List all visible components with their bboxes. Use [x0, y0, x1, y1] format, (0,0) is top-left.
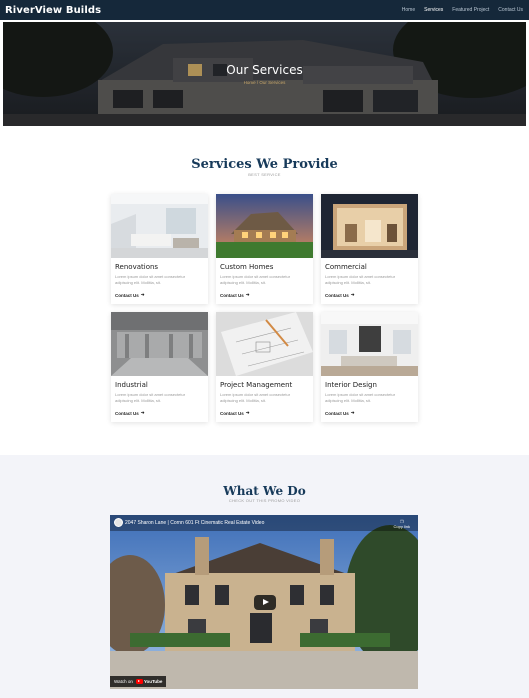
- copy-link-label: Copy link: [393, 524, 410, 529]
- watch-on-label: Watch on: [114, 679, 133, 684]
- nav-item-contact-us[interactable]: Contact Us: [498, 7, 523, 13]
- interior-design-image: [321, 312, 418, 376]
- nav-item-featured-project[interactable]: Featured Project: [452, 7, 489, 13]
- commercial-image: [321, 194, 418, 258]
- card-description: Lorem ipsum dolor sit amet consectetur a…: [115, 392, 186, 403]
- hero-title: Our Services: [226, 63, 303, 77]
- card-title: Industrial: [115, 381, 148, 389]
- card-title: Project Management: [220, 381, 293, 389]
- contact-us-label: Contact Us: [220, 292, 244, 298]
- service-card-industrial: Industrial Lorem ipsum dolor sit amet co…: [111, 312, 208, 422]
- card-description: Lorem ipsum dolor sit amet consectetur a…: [325, 274, 396, 285]
- card-description: Lorem ipsum dolor sit amet consectetur a…: [220, 392, 291, 403]
- card-description: Lorem ipsum dolor sit amet consectetur a…: [220, 274, 291, 285]
- what-we-do-heading: What We Do: [223, 484, 306, 498]
- service-card-interior-design: Interior Design Lorem ipsum dolor sit am…: [321, 312, 418, 422]
- breadcrumb[interactable]: Home / Our Services: [3, 80, 526, 85]
- copy-link-button[interactable]: ❐ Copy link: [394, 519, 410, 529]
- video-title[interactable]: 2047 Sharon Lane | Cornn 601 Ft Cinemati…: [125, 520, 264, 526]
- services-heading: Services We Provide: [191, 157, 338, 172]
- card-title: Interior Design: [325, 381, 377, 389]
- renovations-image: [111, 194, 208, 258]
- promo-video-player[interactable]: 2047 Sharon Lane | Cornn 601 Ft Cinemati…: [110, 515, 418, 689]
- navbar: RiverView Builds Home Services Featured …: [0, 0, 529, 20]
- industrial-image: [111, 312, 208, 376]
- youtube-play-icon: [135, 679, 143, 684]
- youtube-wordmark: YouTube: [143, 679, 163, 684]
- custom-homes-image: [216, 194, 313, 258]
- arrow-right-icon: ➜: [140, 410, 145, 415]
- what-we-do-subheading: CHECK OUT THIS PROMO VIDEO: [228, 498, 301, 503]
- arrow-right-icon: ➜: [350, 410, 355, 415]
- card-title: Renovations: [115, 263, 159, 271]
- arrow-right-icon: ➜: [245, 410, 250, 415]
- service-card-renovations: Renovations Lorem ipsum dolor sit amet c…: [111, 194, 208, 304]
- arrow-right-icon: ➜: [140, 292, 145, 297]
- nav-item-home[interactable]: Home: [402, 7, 415, 13]
- arrow-right-icon: ➜: [350, 292, 355, 297]
- nav-menu: Home Services Featured Project Contact U…: [393, 7, 523, 13]
- contact-us-label: Contact Us: [115, 410, 139, 416]
- contact-us-label: Contact Us: [220, 410, 244, 416]
- arrow-right-icon: ➜: [245, 292, 250, 297]
- service-card-custom-homes: Custom Homes Lorem ipsum dolor sit amet …: [216, 194, 313, 304]
- contact-us-label: Contact Us: [325, 410, 349, 416]
- service-card-commercial: Commercial Lorem ipsum dolor sit amet co…: [321, 194, 418, 304]
- service-card-project-management: Project Management Lorem ipsum dolor sit…: [216, 312, 313, 422]
- contact-us-link[interactable]: Contact Us ➜: [220, 410, 250, 416]
- youtube-logo: YouTube: [135, 679, 163, 684]
- contact-us-link[interactable]: Contact Us ➜: [115, 410, 145, 416]
- nav-item-services[interactable]: Services: [424, 7, 443, 13]
- card-title: Custom Homes: [220, 263, 274, 271]
- card-description: Lorem ipsum dolor sit amet consectetur a…: [115, 274, 186, 285]
- channel-avatar[interactable]: [114, 518, 123, 527]
- play-button[interactable]: [254, 595, 276, 610]
- contact-us-link[interactable]: Contact Us ➜: [325, 292, 355, 298]
- contact-us-link[interactable]: Contact Us ➜: [115, 292, 145, 298]
- brand-logo[interactable]: RiverView Builds: [5, 5, 101, 16]
- contact-us-label: Contact Us: [325, 292, 349, 298]
- card-title: Commercial: [325, 263, 367, 271]
- card-description: Lorem ipsum dolor sit amet consectetur a…: [325, 392, 396, 403]
- watch-on-youtube-button[interactable]: Watch on YouTube: [110, 676, 167, 687]
- contact-us-link[interactable]: Contact Us ➜: [220, 292, 250, 298]
- contact-us-label: Contact Us: [115, 292, 139, 298]
- project-management-image: [216, 312, 313, 376]
- contact-us-link[interactable]: Contact Us ➜: [325, 410, 355, 416]
- services-subheading: BEST SERVICE: [248, 172, 281, 177]
- hero-banner: Our Services Home / Our Services: [3, 22, 526, 126]
